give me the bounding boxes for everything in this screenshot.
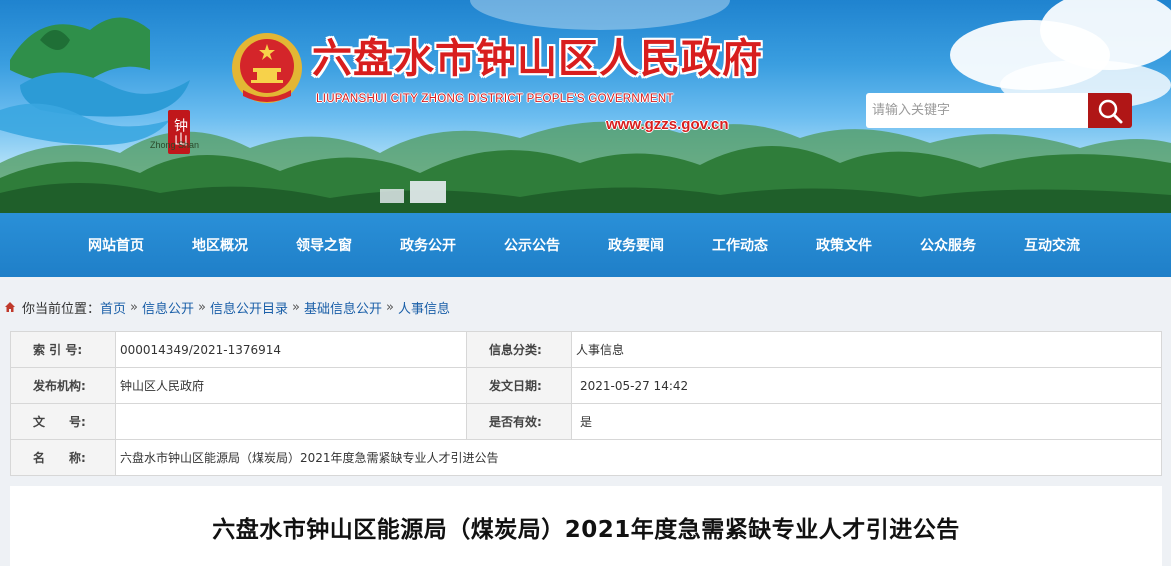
breadcrumb-separator: » xyxy=(130,299,138,315)
table-row: 发布机构: 钟山区人民政府 发文日期: 2021-05-27 14:42 xyxy=(10,367,1162,404)
logo-tagline: Zhong Shan xyxy=(150,140,200,150)
index-label: 索 引 号: xyxy=(10,331,116,368)
table-row: 文 号: 是否有效: 是 xyxy=(10,403,1162,440)
breadcrumb-hr-info[interactable]: 人事信息 xyxy=(398,298,450,317)
nav-item-notices[interactable]: 公示公告 xyxy=(480,213,584,277)
search-button[interactable] xyxy=(1088,93,1132,128)
breadcrumb-info-open[interactable]: 信息公开 xyxy=(142,298,194,317)
docno-label: 文 号: xyxy=(10,403,116,440)
cloud-decoration xyxy=(470,0,730,30)
main-nav: 网站首页 地区概况 领导之窗 政务公开 公示公告 政务要闻 工作动态 政策文件 … xyxy=(0,213,1171,277)
article-panel: 六盘水市钟山区能源局（煤炭局）2021年度急需紧缺专业人才引进公告 xyxy=(10,486,1162,566)
nav-item-overview[interactable]: 地区概况 xyxy=(168,213,272,277)
breadcrumb-prefix: 你当前位置： xyxy=(22,301,101,317)
article-title: 六盘水市钟山区能源局（煤炭局）2021年度急需紧缺专业人才引进公告 xyxy=(212,517,960,543)
site-title: 六盘水市钟山区人民政府 xyxy=(312,35,763,82)
breadcrumb-separator: » xyxy=(198,299,206,315)
nav-item-public-service[interactable]: 公众服务 xyxy=(896,213,1000,277)
nav-item-work-updates[interactable]: 工作动态 xyxy=(688,213,792,277)
site-url: www.gzzs.gov.cn xyxy=(606,116,729,133)
breadcrumb: 你当前位置： 首页 » 信息公开 » 信息公开目录 » 基础信息公开 » 人事信… xyxy=(0,297,450,317)
breadcrumb-basic-info[interactable]: 基础信息公开 xyxy=(304,298,382,317)
publisher-value: 钟山区人民政府 xyxy=(115,367,467,404)
table-row: 名 称: 六盘水市钟山区能源局（煤炭局）2021年度急需紧缺专业人才引进公告 xyxy=(10,439,1162,476)
home-icon xyxy=(5,302,15,312)
header-banner: 钟山 Zhong Shan 六盘水市钟山区人民政府 LIUPANSHUI CIT… xyxy=(0,0,1171,213)
name-label: 名 称: xyxy=(10,439,116,476)
breadcrumb-home[interactable]: 首页 xyxy=(100,298,126,317)
date-label: 发文日期: xyxy=(466,367,572,404)
search-box xyxy=(866,93,1132,128)
nav-list: 网站首页 地区概况 领导之窗 政务公开 公示公告 政务要闻 工作动态 政策文件 … xyxy=(64,213,1104,277)
nav-item-policy[interactable]: 政策文件 xyxy=(792,213,896,277)
breadcrumb-separator: » xyxy=(385,299,394,315)
site-subtitle: LIUPANSHUI CITY ZHONG DISTRICT PEOPLE'S … xyxy=(316,93,674,105)
breadcrumb-separator: » xyxy=(292,299,300,315)
nav-item-leaders[interactable]: 领导之窗 xyxy=(272,213,376,277)
search-input[interactable] xyxy=(866,93,1088,128)
index-value: 000014349/2021-1376914 xyxy=(115,331,467,368)
nav-item-gov-affairs[interactable]: 政务公开 xyxy=(376,213,480,277)
category-label: 信息分类: xyxy=(466,331,572,368)
category-value: 人事信息 xyxy=(571,331,1162,368)
nav-item-home[interactable]: 网站首页 xyxy=(64,213,168,277)
nav-item-news[interactable]: 政务要闻 xyxy=(584,213,688,277)
docno-value xyxy=(115,403,467,440)
name-value: 六盘水市钟山区能源局（煤炭局）2021年度急需紧缺专业人才引进公告 xyxy=(115,439,1162,476)
valid-label: 是否有效: xyxy=(466,403,572,440)
table-row: 索 引 号: 000014349/2021-1376914 信息分类: 人事信息 xyxy=(10,331,1162,368)
breadcrumb-info-catalog[interactable]: 信息公开目录 xyxy=(210,298,288,317)
valid-value: 是 xyxy=(571,403,1162,440)
publisher-label: 发布机构: xyxy=(10,367,116,404)
document-info-table: 索 引 号: 000014349/2021-1376914 信息分类: 人事信息… xyxy=(10,331,1162,476)
search-icon xyxy=(1098,99,1123,123)
date-value: 2021-05-27 14:42 xyxy=(571,367,1162,404)
nav-item-interaction[interactable]: 互动交流 xyxy=(1000,213,1104,277)
national-emblem-icon xyxy=(232,33,302,103)
